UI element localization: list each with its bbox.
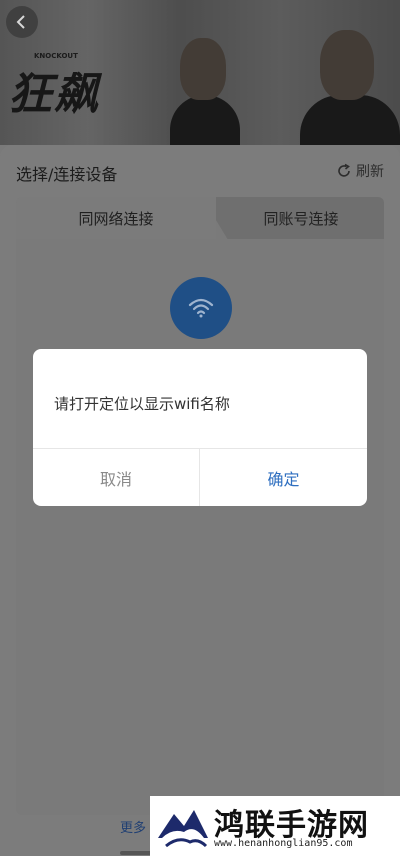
connect-card: 同账号连接 同网络连接 [16, 197, 384, 815]
connect-tabs: 同账号连接 同网络连接 [16, 197, 384, 239]
tab-same-account[interactable]: 同账号连接 [202, 197, 384, 239]
sheet-title: 选择/连接设备 [16, 165, 118, 184]
dialog-message: 请打开定位以显示wifi名称 [54, 395, 230, 413]
wifi-icon [188, 298, 214, 318]
tab-label: 同网络连接 [78, 209, 154, 228]
back-button[interactable] [6, 6, 38, 38]
more-link[interactable]: 更多 [120, 817, 146, 836]
tab-label: 同账号连接 [263, 209, 339, 228]
poster-banner: KNOCKOUT 狂飙 [0, 0, 400, 145]
watermark-logo [154, 798, 210, 852]
tab-same-network[interactable]: 同网络连接 [16, 197, 216, 239]
location-permission-dialog: 请打开定位以显示wifi名称 取消 确定 [33, 349, 367, 506]
refresh-icon [338, 163, 350, 177]
back-arrow-icon [16, 15, 25, 29]
site-watermark: 鸿联手游网 www.henanhonglian95.com [150, 796, 400, 856]
cancel-button[interactable]: 取消 [33, 449, 199, 506]
watermark-url: www.henanhonglian95.com [214, 838, 353, 849]
confirm-button[interactable]: 确定 [200, 449, 367, 506]
wifi-status-circle [170, 277, 232, 339]
dim-overlay [0, 0, 400, 145]
refresh-button[interactable]: 刷新 [336, 161, 384, 181]
refresh-label: 刷新 [356, 164, 384, 180]
